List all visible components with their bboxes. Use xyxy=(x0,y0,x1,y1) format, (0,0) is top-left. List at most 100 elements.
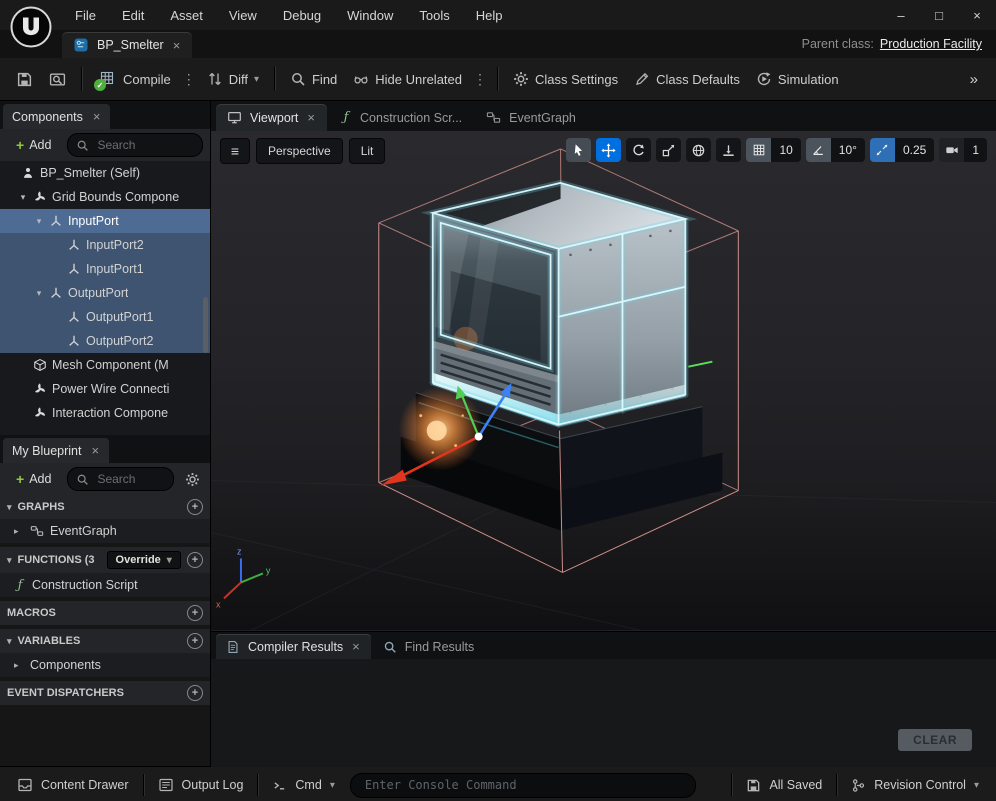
close-icon[interactable]: × xyxy=(172,39,182,52)
browse-content-button[interactable] xyxy=(41,64,74,94)
expander-icon[interactable]: ▾ xyxy=(18,192,28,203)
revision-control-button[interactable]: Revision Control ▾ xyxy=(840,767,990,801)
chevron-right-icon[interactable]: ▸ xyxy=(14,526,24,537)
console-command-box[interactable] xyxy=(350,773,696,798)
output-log-button[interactable]: Output Log xyxy=(147,767,255,801)
tree-row-grid-bounds[interactable]: ▾ Grid Bounds Compone xyxy=(0,185,210,209)
menu-window[interactable]: Window xyxy=(334,0,406,30)
add-macro-button[interactable]: + xyxy=(187,605,203,621)
tab-eventgraph[interactable]: EventGraph xyxy=(475,104,587,131)
viewport-menu-button[interactable]: ≡ xyxy=(220,138,250,164)
section-macros[interactable]: MACROS + xyxy=(0,601,210,625)
clear-button[interactable]: CLEAR xyxy=(898,729,972,751)
select-tool-button[interactable] xyxy=(566,138,591,162)
close-icon[interactable]: × xyxy=(90,444,100,457)
tree-row-outputport1[interactable]: OutputPort1 xyxy=(0,305,210,329)
all-saved-button[interactable]: All Saved xyxy=(735,767,833,801)
menu-asset[interactable]: Asset xyxy=(157,0,216,30)
add-function-button[interactable]: + xyxy=(187,552,203,568)
chevron-right-icon[interactable]: ▸ xyxy=(14,660,24,671)
rotation-snap-toggle[interactable] xyxy=(806,138,831,162)
move-tool-button[interactable] xyxy=(596,138,621,162)
tree-row-mesh-component[interactable]: Mesh Component (M xyxy=(0,353,210,377)
content-drawer-button[interactable]: Content Drawer xyxy=(6,767,140,801)
add-variable-button[interactable]: + xyxy=(187,633,203,649)
close-icon[interactable]: × xyxy=(306,111,316,124)
components-search-input[interactable] xyxy=(95,137,194,153)
compile-options-button[interactable]: ⋮ xyxy=(179,71,199,88)
row-eventgraph[interactable]: ▸ EventGraph xyxy=(0,519,210,543)
section-functions[interactable]: ▾ FUNCTIONS (3 Override ▾ + xyxy=(0,547,210,573)
menu-edit[interactable]: Edit xyxy=(109,0,157,30)
row-components-category[interactable]: ▸ Components xyxy=(0,653,210,677)
tree-row-inputport2[interactable]: InputPort2 xyxy=(0,233,210,257)
gizmo-center[interactable] xyxy=(475,433,483,441)
compile-button[interactable]: ✓ Compile xyxy=(89,64,179,94)
expander-icon[interactable]: ▾ xyxy=(34,288,44,299)
tab-my-blueprint[interactable]: My Blueprint × xyxy=(3,438,109,463)
menu-debug[interactable]: Debug xyxy=(270,0,334,30)
section-variables[interactable]: ▾ VARIABLES + xyxy=(0,629,210,653)
close-icon[interactable]: × xyxy=(92,110,102,123)
find-button[interactable]: Find xyxy=(282,64,345,94)
tab-find-results[interactable]: Find Results xyxy=(373,634,484,659)
camera-speed-value[interactable]: 1 xyxy=(964,138,987,162)
tree-row-interaction[interactable]: Interaction Compone xyxy=(0,401,210,425)
menu-tools[interactable]: Tools xyxy=(406,0,462,30)
tree-row-inputport[interactable]: ▾ InputPort xyxy=(0,209,210,233)
minimize-button[interactable]: – xyxy=(882,0,920,30)
row-construction-script[interactable]: ƒ Construction Script xyxy=(0,573,210,597)
toolbar-overflow-button[interactable]: » xyxy=(960,71,988,88)
world-local-toggle-button[interactable] xyxy=(686,138,711,162)
menu-file[interactable]: File xyxy=(62,0,109,30)
tree-row-self[interactable]: BP_Smelter (Self) xyxy=(0,161,210,185)
scale-snap-toggle[interactable] xyxy=(870,138,895,162)
surface-snapping-button[interactable] xyxy=(716,138,741,162)
console-command-input[interactable] xyxy=(363,777,683,793)
hide-unrelated-button[interactable]: Hide Unrelated xyxy=(345,64,470,94)
cmd-dropdown-button[interactable]: Cmd ▾ xyxy=(261,767,345,801)
menu-view[interactable]: View xyxy=(216,0,270,30)
class-settings-button[interactable]: Class Settings xyxy=(505,64,626,94)
scale-snap-value[interactable]: 0.25 xyxy=(895,138,934,162)
add-component-button[interactable]: + Add xyxy=(7,135,60,155)
hide-unrelated-options-button[interactable]: ⋮ xyxy=(470,71,490,88)
class-defaults-button[interactable]: Class Defaults xyxy=(626,64,748,94)
tab-components[interactable]: Components × xyxy=(3,104,110,129)
tree-row-power-wire[interactable]: Power Wire Connecti xyxy=(0,377,210,401)
grid-snap-value[interactable]: 10 xyxy=(771,138,800,162)
tree-row-inputport1[interactable]: InputPort1 xyxy=(0,257,210,281)
rotation-snap-value[interactable]: 10° xyxy=(831,138,865,162)
maximize-button[interactable]: □ xyxy=(920,0,958,30)
add-event-dispatcher-button[interactable]: + xyxy=(187,685,203,701)
close-icon[interactable]: × xyxy=(351,640,361,653)
section-graphs[interactable]: ▾ GRAPHS + xyxy=(0,495,210,519)
grid-snap-toggle[interactable] xyxy=(746,138,771,162)
perspective-button[interactable]: Perspective xyxy=(256,138,343,164)
viewport-3d[interactable]: z y x ≡ Perspective Lit xyxy=(211,131,996,631)
tab-compiler-results[interactable]: Compiler Results × xyxy=(216,634,371,659)
save-button[interactable] xyxy=(8,64,41,94)
tab-construction-script[interactable]: ƒ Construction Scr... xyxy=(329,104,473,131)
close-button[interactable]: × xyxy=(958,0,996,30)
my-blueprint-settings-button[interactable] xyxy=(181,468,203,490)
tab-bp-smelter[interactable]: BP_Smelter × xyxy=(62,32,192,58)
my-blueprint-search-input[interactable] xyxy=(95,471,165,487)
expander-icon[interactable]: ▾ xyxy=(34,216,44,227)
section-event-dispatchers[interactable]: EVENT DISPATCHERS + xyxy=(0,681,210,705)
tree-row-outputport[interactable]: ▾ OutputPort xyxy=(0,281,210,305)
add-graph-button[interactable]: + xyxy=(187,499,203,515)
tree-scrollbar[interactable] xyxy=(203,297,208,353)
tree-row-outputport2[interactable]: OutputPort2 xyxy=(0,329,210,353)
add-blueprint-item-button[interactable]: + Add xyxy=(7,469,60,489)
components-search[interactable] xyxy=(67,133,203,157)
override-dropdown[interactable]: Override ▾ xyxy=(107,551,181,569)
camera-speed-button[interactable] xyxy=(939,138,964,162)
viewport-3d-scene[interactable]: z y x xyxy=(211,131,996,630)
my-blueprint-search[interactable] xyxy=(67,467,174,491)
scale-tool-button[interactable] xyxy=(656,138,681,162)
parent-class-link[interactable]: Production Facility xyxy=(880,37,982,51)
tab-viewport[interactable]: Viewport × xyxy=(216,104,327,131)
simulation-button[interactable]: Simulation xyxy=(748,64,847,94)
view-mode-button[interactable]: Lit xyxy=(349,138,386,164)
